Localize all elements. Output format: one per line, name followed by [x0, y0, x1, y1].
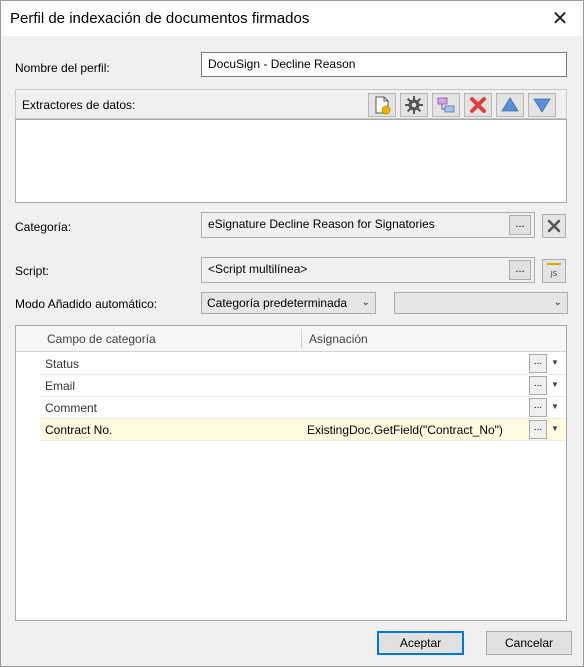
auto-add-secondary-select[interactable]: ⌄ — [394, 292, 568, 314]
auto-add-mode-select[interactable]: Categoría predeterminada ⌄ — [201, 292, 376, 314]
javascript-icon: JS — [547, 263, 561, 278]
row-browse-button[interactable]: ... — [529, 376, 547, 395]
move-up-button[interactable] — [496, 93, 524, 117]
title-bar: Perfil de indexación de documentos firma… — [1, 1, 583, 36]
row-field: Contract No. — [45, 423, 113, 437]
close-button[interactable]: ✕ — [537, 1, 583, 36]
column-separator[interactable] — [301, 329, 302, 349]
profile-name-input[interactable]: DocuSign - Decline Reason — [201, 52, 567, 77]
new-extractor-icon — [375, 96, 391, 115]
grid-header: Campo de categoría Asignación — [16, 326, 566, 352]
grid-row[interactable]: Email ... ▼ — [40, 375, 566, 397]
row-dropdown-icon[interactable]: ▼ — [551, 380, 559, 389]
row-field: Email — [45, 379, 76, 393]
move-down-button[interactable] — [528, 93, 556, 117]
chevron-down-icon: ⌄ — [361, 297, 370, 308]
auto-add-mode-value: Categoría predeterminada — [207, 296, 348, 310]
js-glyph: JS — [550, 270, 558, 278]
settings-button[interactable] — [400, 93, 428, 117]
script-browse-button[interactable]: ... — [509, 260, 531, 280]
row-dropdown-icon[interactable]: ▼ — [551, 358, 559, 367]
extractors-label: Extractores de datos: — [22, 98, 136, 112]
new-extractor-button[interactable] — [368, 93, 396, 117]
cancel-button[interactable]: Cancelar — [486, 631, 572, 655]
row-browse-button[interactable]: ... — [529, 398, 547, 417]
row-browse-button[interactable]: ... — [529, 354, 547, 373]
row-field: Comment — [45, 401, 98, 415]
row-field: Status — [45, 357, 80, 371]
clear-icon — [547, 219, 561, 233]
clear-category-button[interactable] — [542, 214, 566, 238]
grid-row[interactable]: Status ... ▼ — [40, 353, 566, 375]
column-header-field[interactable]: Campo de categoría — [47, 332, 156, 346]
auto-add-label: Modo Añadido automático: — [15, 297, 158, 311]
category-field: eSignature Decline Reason for Signatorie… — [201, 212, 535, 238]
move-down-icon — [533, 98, 551, 113]
gear-icon — [405, 96, 423, 114]
accept-button[interactable]: Aceptar — [377, 631, 464, 655]
extractors-list[interactable] — [15, 119, 567, 203]
column-header-mapping[interactable]: Asignación — [309, 332, 368, 346]
row-browse-button[interactable]: ... — [529, 420, 547, 439]
delete-icon — [470, 97, 486, 113]
javascript-button[interactable]: JS — [542, 259, 566, 283]
dialog-window: Perfil de indexación de documentos firma… — [0, 0, 584, 667]
script-label: Script: — [15, 264, 50, 278]
row-mapping[interactable]: ExistingDoc.GetField("Contract_No") — [307, 423, 503, 437]
extractors-header: Extractores de datos: — [15, 89, 567, 119]
mapping-grid: Campo de categoría Asignación Status ...… — [15, 325, 567, 621]
map-fields-button[interactable] — [432, 93, 460, 117]
script-field: <Script multilínea> — [201, 257, 535, 283]
map-fields-icon — [437, 97, 455, 113]
row-dropdown-icon[interactable]: ▼ — [551, 402, 559, 411]
delete-extractor-button[interactable] — [464, 93, 492, 117]
category-label: Categoría: — [15, 220, 72, 234]
category-browse-button[interactable]: ... — [509, 215, 531, 235]
move-up-icon — [501, 97, 519, 112]
grid-row[interactable]: Comment ... ▼ — [40, 397, 566, 419]
window-title: Perfil de indexación de documentos firma… — [10, 10, 310, 27]
row-dropdown-icon[interactable]: ▼ — [551, 424, 559, 433]
profile-name-label: Nombre del perfil: — [15, 61, 110, 75]
chevron-down-icon: ⌄ — [553, 297, 562, 308]
grid-row-selected[interactable]: Contract No. ExistingDoc.GetField("Contr… — [40, 419, 566, 441]
